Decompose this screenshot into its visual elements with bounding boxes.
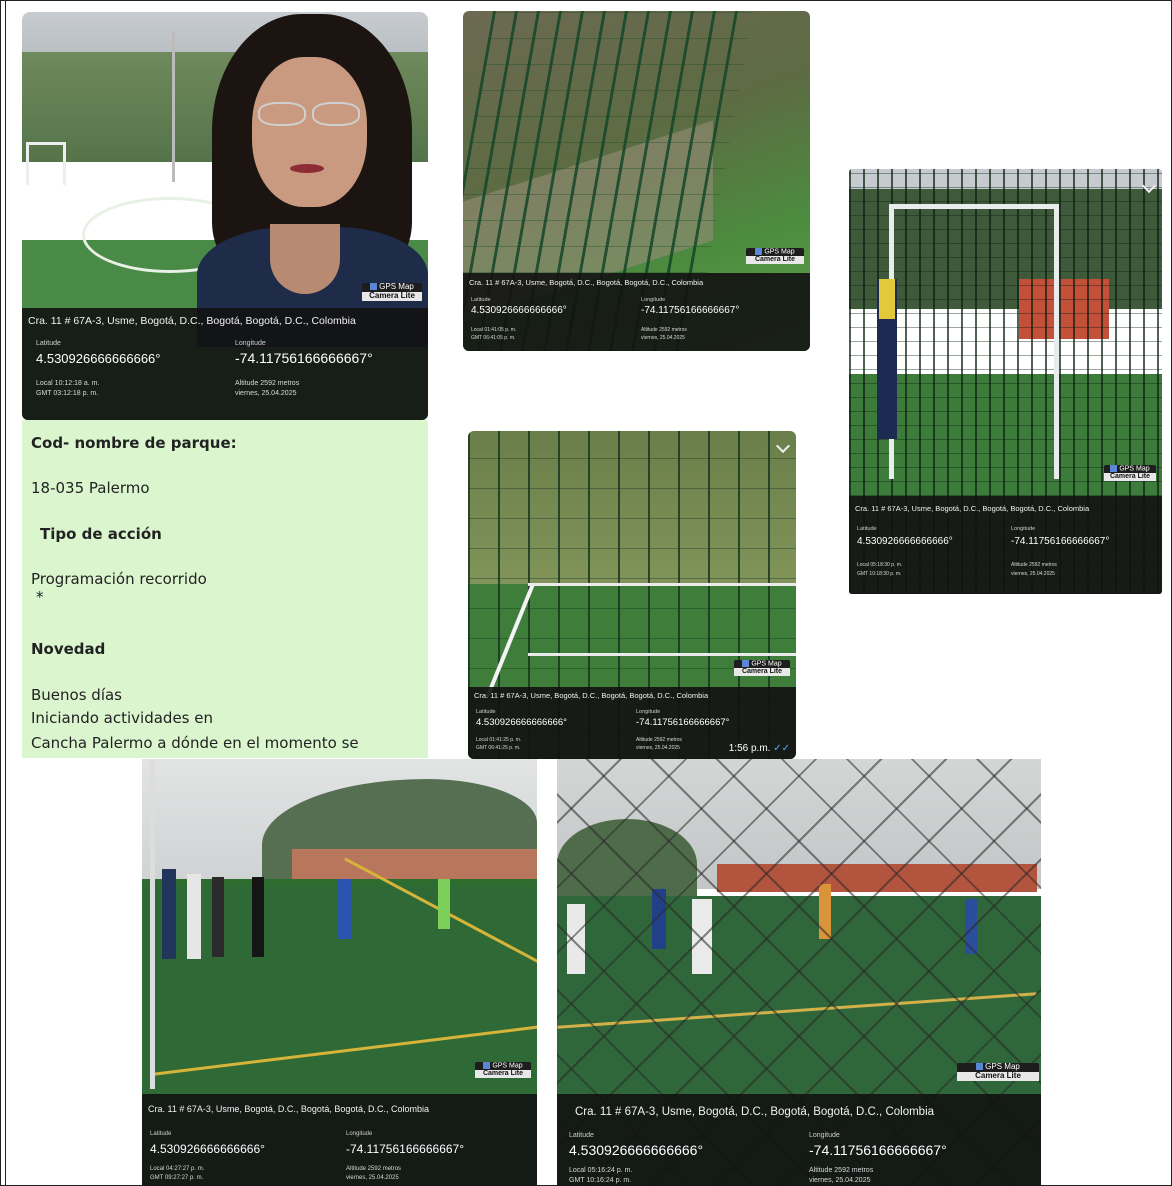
- table-border: [5, 0, 6, 1186]
- gps-map-badge: GPS Map Camera Lite: [957, 1062, 1039, 1081]
- latitude-value: 4.530926666666666°: [36, 351, 161, 366]
- photo-selfie[interactable]: GPS Map Camera Lite Cra. 11 # 67A-3, Usm…: [22, 12, 428, 420]
- gps-map-badge: GPS Map Camera Lite: [1104, 465, 1156, 481]
- action-heading: Tipo de acción: [40, 525, 162, 543]
- gps-map-badge: GPS Map Camera Lite: [734, 660, 790, 676]
- gps-overlay: Cra. 11 # 67A-3, Usme, Bogotá, D.C., Bog…: [849, 496, 1162, 594]
- gps-map-badge: GPS Map Camera Lite: [475, 1062, 531, 1078]
- park-heading: Cod- nombre de parque:: [31, 434, 237, 452]
- photo-field-corner[interactable]: GPS Map Camera Lite Cra. 11 # 67A-3, Usm…: [468, 431, 796, 759]
- gps-map-badge: GPS Map Camera Lite: [362, 282, 422, 301]
- gps-overlay: Cra. 11 # 67A-3, Usme, Bogotá, D.C., Bog…: [22, 308, 428, 420]
- asterisk: *: [36, 588, 44, 606]
- note-line: Cancha Palermo a dónde en el momento se: [31, 734, 359, 752]
- novedad-heading: Novedad: [31, 640, 106, 658]
- photo-chainlink[interactable]: GPS Map Camera Lite Cra. 11 # 67A-3, Usm…: [557, 759, 1041, 1186]
- park-value: 18-035 Palermo: [31, 479, 150, 497]
- gps-map-badge: GPS Map Camera Lite: [746, 248, 804, 264]
- longitude-value: -74.11756166666667°: [235, 350, 373, 366]
- photo-training[interactable]: GPS Map Camera Lite Cra. 11 # 67A-3, Usm…: [142, 759, 537, 1186]
- notes-panel: Cod- nombre de parque: 18-035 Palermo Ti…: [22, 420, 428, 758]
- message-time: 1:56 p.m. ✓✓: [728, 743, 790, 754]
- address-text: Cra. 11 # 67A-3, Usme, Bogotá, D.C., Bog…: [28, 315, 356, 327]
- note-line: Buenos días: [31, 686, 122, 704]
- gps-overlay: Cra. 11 # 67A-3, Usme, Bogotá, D.C., Bog…: [463, 273, 810, 351]
- gps-overlay: Cra. 11 # 67A-3, Usme, Bogotá, D.C., Bog…: [142, 1094, 537, 1186]
- gps-overlay: Cra. 11 # 67A-3, Usme, Bogotá, D.C., Bog…: [468, 687, 796, 759]
- action-value: Programación recorrido: [31, 570, 207, 588]
- photo-fence[interactable]: GPS Map Camera Lite Cra. 11 # 67A-3, Usm…: [463, 11, 810, 351]
- gps-overlay: Cra. 11 # 67A-3, Usme, Bogotá, D.C., Bog…: [557, 1094, 1041, 1186]
- note-line: Iniciando actividades en: [31, 709, 213, 727]
- photo-goal[interactable]: GPS Map Camera Lite Cra. 11 # 67A-3, Usm…: [849, 169, 1162, 594]
